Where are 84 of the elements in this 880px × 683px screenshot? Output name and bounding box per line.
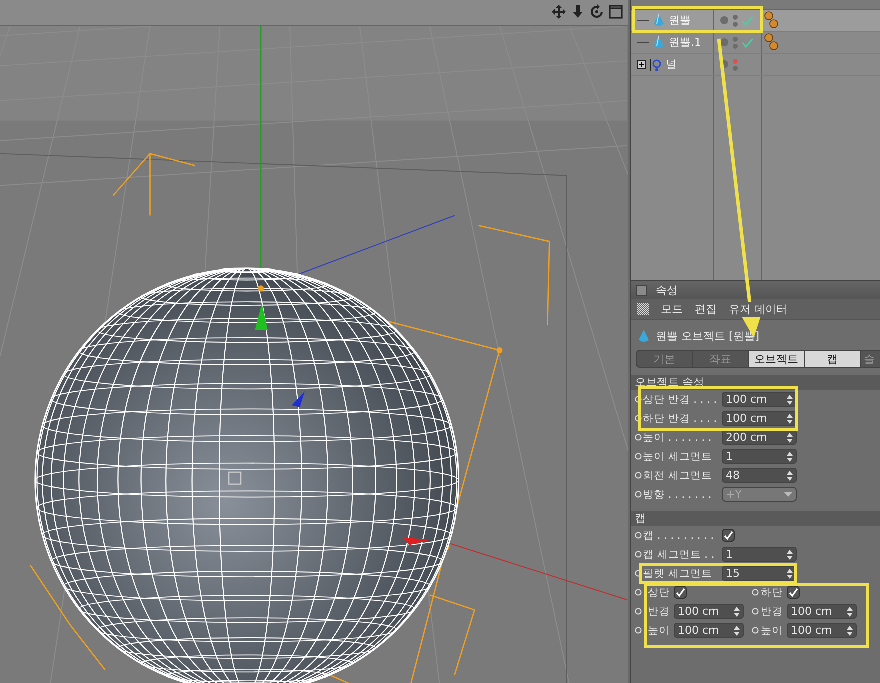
spinner-arrows-icon[interactable] [734,626,740,636]
visibility-dot[interactable] [733,44,738,48]
field-label: 캡 . . . . . . . . . [643,528,716,542]
object-name: 널 [666,57,677,72]
field-label: 반경 [648,604,670,618]
number-field[interactable]: 48 [722,468,797,483]
keyframe-circle-icon[interactable] [635,532,642,539]
keyframe-circle-icon[interactable] [635,570,642,577]
checkmark-icon[interactable] [742,16,754,26]
number-field[interactable]: 100 cm [722,411,797,426]
field-label: 높이 [648,624,670,638]
cone-icon [637,328,651,344]
keyframe-circle-icon[interactable] [635,472,642,479]
field-label: 회전 세그먼트 [643,468,714,482]
move-icon[interactable] [551,4,567,20]
cone-icon [652,35,666,50]
number-field[interactable]: 1 [722,547,797,562]
spinner-arrows-icon[interactable] [787,568,793,578]
field-label: 높이 . . . . . . . [643,430,713,444]
number-field[interactable]: 100 cm [674,623,744,638]
spinner-arrows-icon[interactable] [787,470,793,480]
object-name: 원뿔.1 [669,35,702,50]
number-field[interactable]: 15 [722,566,797,581]
field-label: 높이 세그먼트 [643,450,714,464]
object-name: 원뿔 [669,13,691,28]
menu-item[interactable]: 유저 데이터 [729,302,788,316]
keyframe-circle-icon[interactable] [635,453,642,460]
null-object-icon [649,57,663,72]
cone-icon [652,13,666,28]
grip-icon[interactable] [637,303,649,315]
keyframe-circle-icon[interactable] [635,551,642,558]
spinner-arrows-icon[interactable] [847,606,853,616]
tab[interactable]: 오브젝트 [748,350,804,368]
field-label: 상단 반경 . . . . [643,392,718,406]
field-label: 방향 . . . . . . . [643,488,713,502]
section-header: 캡 [631,511,880,526]
panel-title: 속성 [656,282,678,298]
visibility-dot[interactable] [733,36,738,42]
visibility-dot[interactable] [733,14,738,20]
keyframe-circle-icon[interactable] [635,434,642,441]
field-label: 상단 [648,586,670,600]
checkbox[interactable] [722,529,735,542]
spheres-tag-icon[interactable] [764,32,780,52]
down-arrow-icon[interactable] [570,4,586,20]
visibility-dot[interactable] [733,66,738,70]
field-label: 하단 [761,586,783,600]
spinner-arrows-icon[interactable] [847,626,853,636]
field-label: 하단 반경 . . . . [643,412,718,426]
menu-item[interactable]: 편집 [695,302,717,316]
keyframe-circle-icon[interactable] [752,589,759,596]
rotate-icon[interactable] [589,4,605,20]
tab[interactable]: 캡 [804,350,860,368]
spinner-arrows-icon[interactable] [734,606,740,616]
maximize-icon[interactable] [608,4,624,20]
number-field[interactable]: 100 cm [674,604,744,619]
number-field[interactable]: 100 cm [787,623,857,638]
field-label: 캡 세그먼트 . . [643,548,716,562]
spinner-arrows-icon[interactable] [787,394,793,404]
checkmark-icon[interactable] [742,38,754,48]
keyframe-circle-icon[interactable] [635,627,642,634]
spinner-arrows-icon[interactable] [787,550,793,560]
field-label: 높이 [761,624,783,638]
spinner-arrows-icon[interactable] [787,452,793,462]
keyframe-circle-icon[interactable] [635,491,642,498]
keyframe-circle-icon[interactable] [635,589,642,596]
field-label: 반경 [761,604,783,618]
keyframe-circle-icon[interactable] [752,608,759,615]
layer-dot-icon[interactable] [720,16,729,25]
number-field[interactable]: 100 cm [787,604,857,619]
visibility-dot[interactable] [733,58,738,64]
visibility-dot[interactable] [733,22,738,26]
spinner-arrows-icon[interactable] [787,432,793,442]
expand-icon[interactable] [637,60,646,69]
checkbox[interactable] [787,586,800,599]
square-icon[interactable] [636,284,647,296]
number-field[interactable]: 1 [722,449,797,464]
number-field[interactable]: 100 cm [722,392,797,407]
spheres-tag-icon[interactable] [764,10,780,30]
spinner-arrows-icon[interactable] [787,414,793,424]
keyframe-circle-icon[interactable] [635,608,642,615]
field-label: 필렛 세그먼트 [643,566,714,580]
checkbox[interactable] [674,586,687,599]
layer-dot-icon[interactable] [720,38,729,47]
keyframe-circle-icon[interactable] [752,627,759,634]
